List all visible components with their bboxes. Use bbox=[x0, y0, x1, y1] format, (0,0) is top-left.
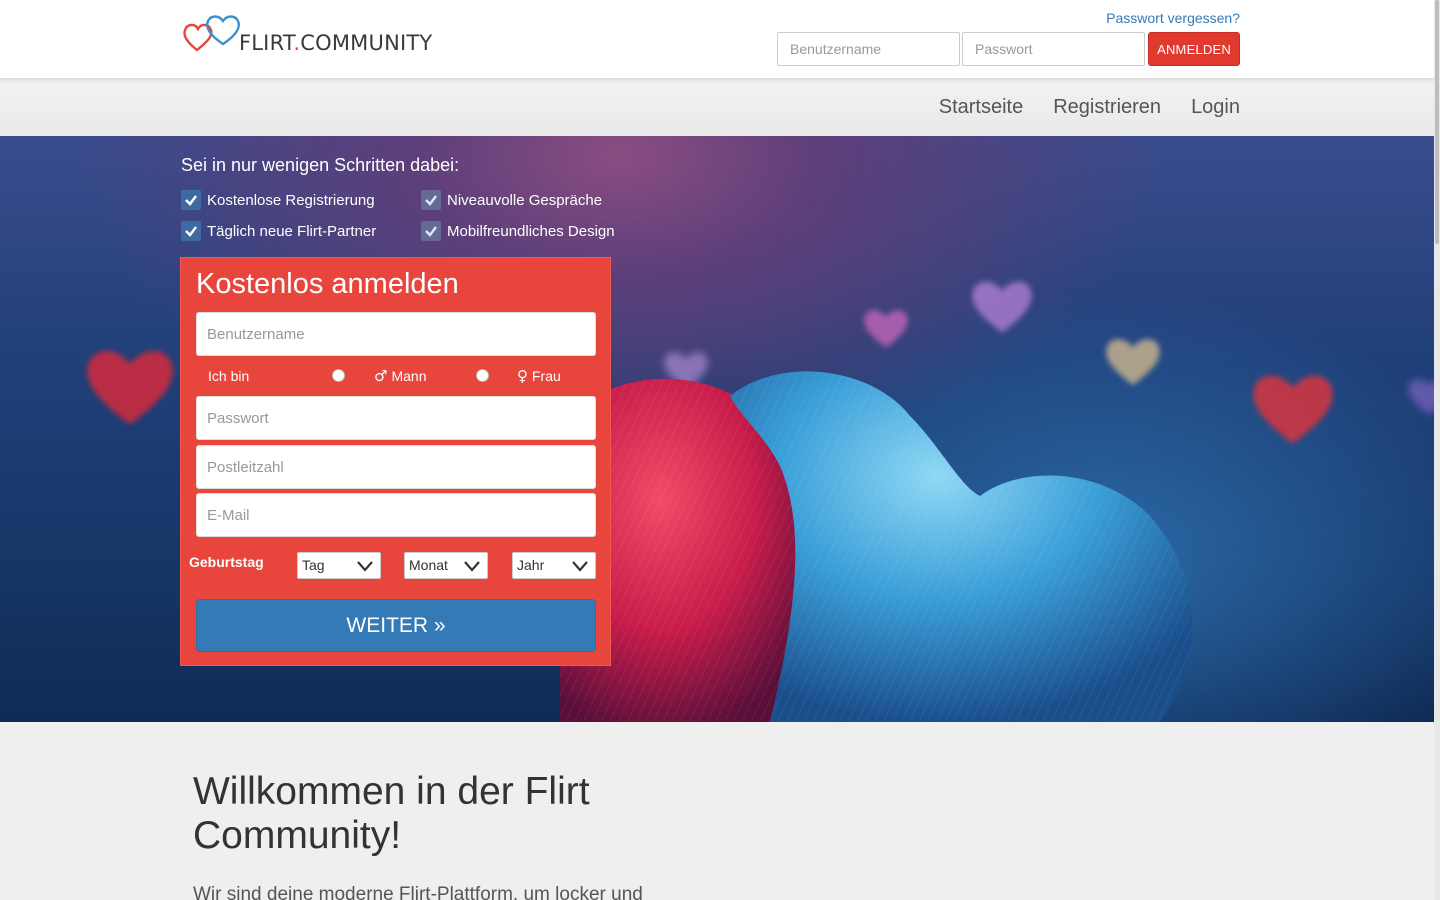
chevron-down-icon bbox=[357, 561, 373, 572]
main-nav: Startseite Registrieren Login bbox=[0, 78, 1440, 136]
chevron-down-icon bbox=[464, 561, 480, 572]
gender-male-option[interactable]: ♂ Mann bbox=[374, 367, 426, 385]
registration-title: Kostenlos anmelden bbox=[196, 268, 459, 300]
registration-form: Kostenlos anmelden Ich bin ♂ Mann ♀ Frau… bbox=[180, 257, 611, 666]
gender-female-option[interactable]: ♀ Frau bbox=[517, 367, 561, 385]
email-input[interactable] bbox=[196, 493, 596, 537]
chevron-down-icon bbox=[572, 561, 588, 572]
register-username-input[interactable] bbox=[196, 312, 596, 356]
feature-item: Täglich neue Flirt-Partner bbox=[181, 221, 376, 241]
bokeh-heart-red-right bbox=[1253, 375, 1333, 444]
yarn-hearts-image bbox=[560, 371, 1193, 722]
birthday-year-select[interactable]: Jahr bbox=[512, 552, 596, 579]
gender-label: Ich bin bbox=[208, 368, 250, 384]
feature-item: Kostenlose Registrierung bbox=[181, 190, 375, 210]
register-password-input[interactable] bbox=[196, 396, 596, 440]
feature-item: Mobilfreundliches Design bbox=[421, 221, 615, 241]
male-symbol-icon: ♂ bbox=[374, 367, 388, 385]
birthday-day-select[interactable]: Tag bbox=[297, 552, 381, 579]
birthday-month-select[interactable]: Monat bbox=[404, 552, 488, 579]
page-scrollbar[interactable] bbox=[1434, 0, 1440, 900]
checkmark-icon bbox=[181, 190, 201, 210]
steps-title: Sei in nur wenigen Schritten dabei: bbox=[181, 155, 460, 175]
gender-male-radio[interactable] bbox=[332, 369, 345, 382]
checkmark-icon bbox=[421, 190, 441, 210]
header-username-input[interactable] bbox=[777, 32, 960, 66]
birthday-label: Geburtstag bbox=[189, 554, 264, 570]
female-symbol-icon: ♀ bbox=[517, 367, 528, 385]
nav-item-login[interactable]: Login bbox=[1191, 96, 1240, 119]
scrollbar-thumb[interactable] bbox=[1435, 0, 1439, 244]
checkmark-icon bbox=[421, 221, 441, 241]
login-button[interactable]: ANMELDEN bbox=[1148, 32, 1240, 66]
gender-selector: Ich bin ♂ Mann ♀ Frau bbox=[196, 364, 596, 388]
nav-item-registrieren[interactable]: Registrieren bbox=[1053, 96, 1161, 119]
welcome-heading: Willkommen in der Flirt Community! bbox=[193, 770, 590, 857]
logo-wordmark: FLIRT.COMMUNITY bbox=[239, 31, 433, 55]
header-password-input[interactable] bbox=[962, 32, 1145, 66]
continue-button[interactable]: WEITER » bbox=[196, 599, 596, 652]
nav-item-startseite[interactable]: Startseite bbox=[939, 96, 1023, 119]
gender-female-radio[interactable] bbox=[476, 369, 489, 382]
checkmark-icon bbox=[181, 221, 201, 241]
feature-item: Niveauvolle Gespräche bbox=[421, 190, 602, 210]
bokeh-heart-red-left bbox=[87, 351, 173, 425]
site-logo[interactable]: FLIRT.COMMUNITY bbox=[183, 12, 432, 56]
zip-code-input[interactable] bbox=[196, 445, 596, 489]
top-header: FLIRT.COMMUNITY Passwort vergessen? ANME… bbox=[0, 0, 1440, 78]
bokeh-heart-violet bbox=[972, 281, 1032, 333]
welcome-intro-text: Wir sind deine moderne Flirt-Plattform, … bbox=[193, 884, 643, 900]
forgot-password-link[interactable]: Passwort vergessen? bbox=[1106, 10, 1240, 26]
